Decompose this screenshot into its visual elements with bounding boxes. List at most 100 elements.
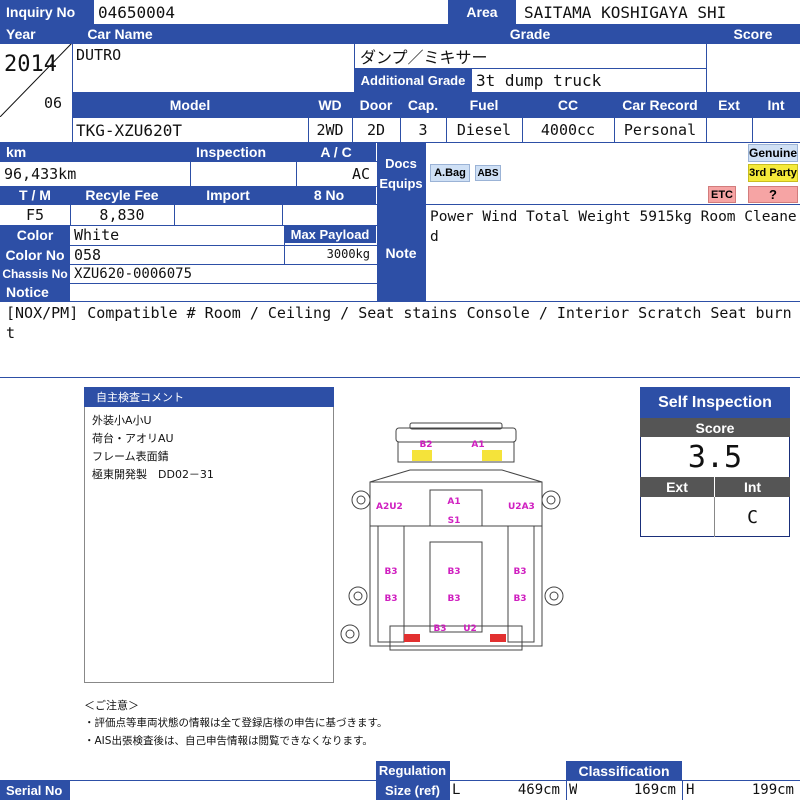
- color-no-value: 058: [74, 245, 102, 264]
- fuel-value: Diesel: [456, 121, 512, 139]
- inquiry-no-label: Inquiry No: [0, 0, 94, 24]
- third-party-badge: 3rd Party: [748, 164, 798, 182]
- car-name-label-fill: [168, 24, 354, 43]
- model-label: Model: [72, 93, 308, 117]
- door-label: Door: [352, 93, 400, 117]
- month-value: 06: [44, 94, 63, 112]
- grid-line: [70, 204, 71, 225]
- si-int-value: C: [747, 506, 758, 528]
- grid-line: [72, 92, 800, 93]
- inspection-value: [190, 162, 296, 186]
- grid-line: [0, 283, 377, 284]
- car-name-label: Car Name: [72, 24, 168, 43]
- docs-label: Docs: [385, 156, 417, 171]
- mark-b3-l1: B3: [384, 567, 397, 577]
- wd-label: WD: [308, 93, 352, 117]
- docs-equips-label: Docs Equips: [377, 143, 425, 205]
- self-comment-line-1: 外装小A小U: [92, 414, 152, 427]
- self-comment-title: 自主検査コメント: [84, 387, 334, 407]
- self-comment-line-3: フレーム表面錆: [92, 450, 169, 463]
- equips-label: Equips: [379, 176, 423, 191]
- self-comment-line-2: 荷台・アオリAU: [92, 432, 174, 445]
- notice-label: Notice: [0, 283, 70, 301]
- grid-line: [284, 243, 285, 264]
- chassis-no-label: Chassis No: [0, 264, 70, 283]
- int-label: Int: [752, 93, 800, 117]
- grid-line: [0, 24, 800, 25]
- car-record-label: Car Record: [614, 93, 706, 117]
- grid-line: [190, 161, 191, 186]
- grid-line: [0, 245, 377, 246]
- grid-line: [706, 43, 707, 142]
- serial-no-label: Serial No: [0, 781, 70, 800]
- mark-u2a3: U2A3: [508, 502, 535, 512]
- color-value: White: [74, 226, 120, 244]
- notice-value: [NOX/PM] Compatible # Room / Ceiling / S…: [6, 304, 792, 342]
- abag-badge: A.Bag: [430, 164, 470, 182]
- mark-b3-r1: B3: [513, 567, 526, 577]
- question-badge: ?: [748, 186, 798, 203]
- grid-line: [352, 117, 353, 142]
- ac-value: AC: [351, 165, 370, 183]
- grid-line: [0, 161, 377, 162]
- grid-line: [174, 204, 175, 225]
- car-name-value: DUTRO: [76, 46, 122, 64]
- regulation-label: Regulation: [376, 761, 449, 780]
- grid-line: [354, 43, 355, 92]
- grid-line: [354, 68, 706, 69]
- eight-no-label: 8 No: [282, 186, 376, 204]
- grid-line: [566, 780, 567, 800]
- recycle-fee-value: 8,830: [99, 206, 145, 224]
- size-w-label: W: [569, 782, 578, 798]
- cap-value: 3: [418, 121, 428, 139]
- si-int-label: Int: [715, 477, 790, 497]
- note-value: Power Wind Total Weight 5915kg Room Clea…: [430, 209, 797, 245]
- car-record-value: Personal: [623, 121, 697, 139]
- grid-line: [0, 377, 800, 378]
- mark-a1-front: A1: [471, 440, 484, 450]
- tm-label: T / M: [0, 186, 70, 204]
- chassis-no-value: XZU620-0006075: [74, 265, 193, 282]
- mark-s1: S1: [448, 516, 461, 526]
- km-label: km: [0, 143, 190, 161]
- si-ext-value: [640, 497, 714, 537]
- cc-value: 4000cc: [540, 121, 596, 139]
- size-h-label: H: [686, 782, 695, 798]
- grid-line: [752, 117, 753, 142]
- grid-line: [0, 186, 377, 187]
- cap-label: Cap.: [400, 93, 446, 117]
- km-value: 96,433km: [4, 165, 77, 183]
- si-score-value: 3.5: [687, 439, 743, 475]
- grid-line: [72, 43, 73, 142]
- notes-line-2: ・AIS出張検査後は、自己申告情報は閲覧できなくなります。: [84, 735, 373, 747]
- additional-grade-label: Additional Grade: [354, 69, 472, 92]
- recycle-fee-label: Recyle Fee: [70, 186, 174, 204]
- grid-line: [400, 117, 401, 142]
- mark-a2u2: A2U2: [376, 502, 403, 512]
- grid-line: [0, 225, 377, 226]
- grid-line: [296, 161, 297, 186]
- fuel-label: Fuel: [446, 93, 522, 117]
- import-label: Import: [174, 186, 282, 204]
- grid-line: [446, 117, 447, 142]
- color-no-label: Color No: [0, 245, 70, 264]
- inquiry-no-value: 04650004: [98, 2, 176, 22]
- grid-line: [308, 117, 309, 142]
- grid-line: [282, 204, 283, 225]
- mark-b3-bottom: B3: [433, 624, 446, 634]
- grid-line: [425, 142, 426, 301]
- score-label: Score: [706, 24, 800, 43]
- grid-line: [682, 780, 683, 800]
- grid-line: [522, 117, 523, 142]
- grid-line: [377, 142, 378, 301]
- mark-b3-l2: B3: [384, 594, 397, 604]
- door-value: 2D: [366, 121, 386, 139]
- year-label: Year: [0, 24, 72, 43]
- max-payload-value: 3000kg: [326, 247, 370, 261]
- additional-grade-value: 3t dump truck: [476, 71, 602, 90]
- mark-b3-c2: B3: [447, 594, 460, 604]
- mark-u2-bottom: U2: [463, 624, 477, 634]
- mark-a1: A1: [447, 497, 460, 507]
- notes-title: ＜ご注意＞: [84, 699, 139, 712]
- self-inspection-title: Self Inspection: [640, 387, 790, 418]
